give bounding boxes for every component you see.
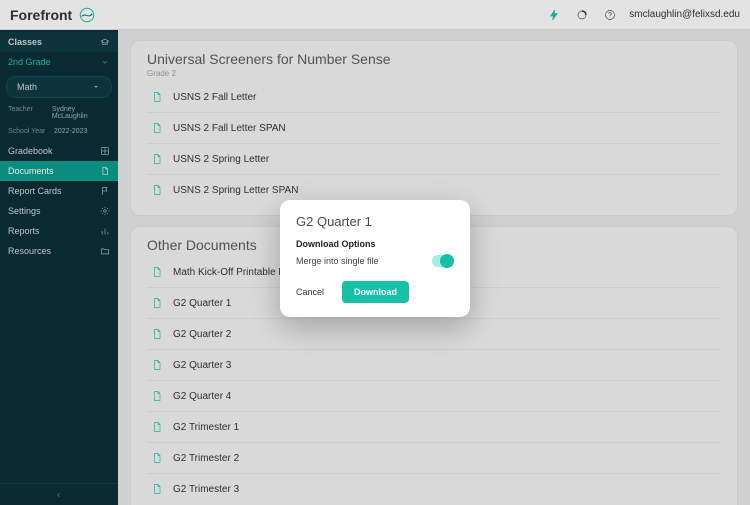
modal-title: G2 Quarter 1 — [296, 214, 454, 229]
download-modal: G2 Quarter 1 Download Options Merge into… — [280, 200, 470, 317]
download-button[interactable]: Download — [342, 281, 409, 303]
merge-option-row: Merge into single file — [296, 255, 454, 267]
merge-option-label: Merge into single file — [296, 256, 379, 266]
modal-actions: Cancel Download — [296, 281, 454, 303]
merge-toggle[interactable] — [432, 255, 454, 267]
modal-subtitle: Download Options — [296, 239, 454, 249]
modal-overlay[interactable]: G2 Quarter 1 Download Options Merge into… — [0, 0, 750, 505]
cancel-button[interactable]: Cancel — [296, 287, 324, 297]
